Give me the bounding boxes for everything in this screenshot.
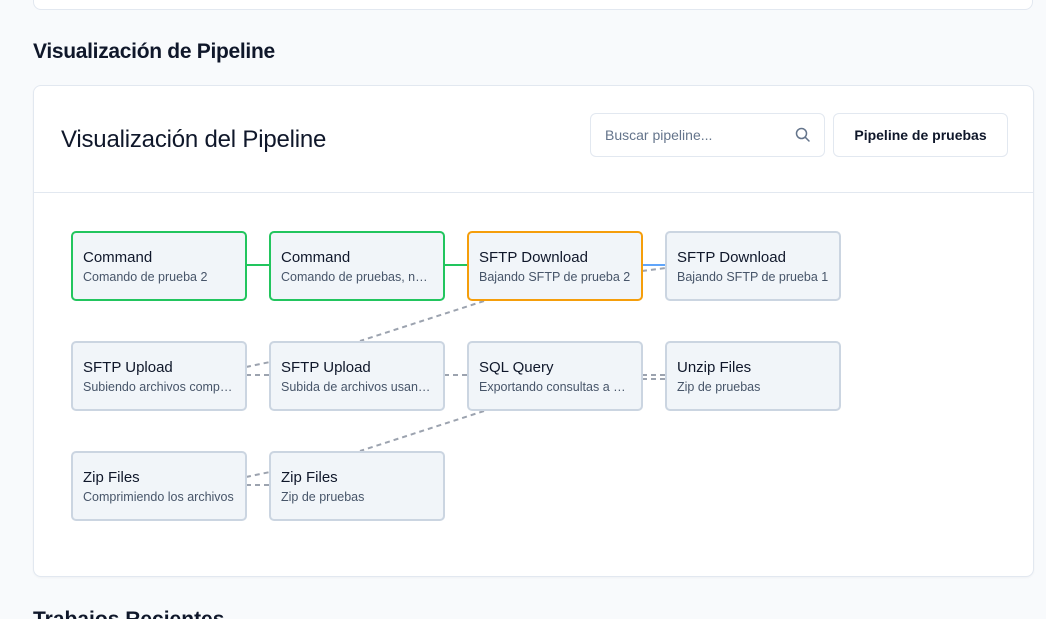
node-description: Comprimiendo los archivos [83, 490, 234, 504]
pipeline-canvas: Command Comando de prueba 2 Command Coma… [34, 194, 1033, 577]
edge-dashed-sql-zip [359, 410, 485, 452]
node-sftp-upload-1[interactable]: SFTP Upload Subiendo archivos comprimido… [71, 341, 247, 411]
search-icon[interactable] [794, 126, 812, 144]
pipeline-card: Visualización del Pipeline Pipeline de p… [33, 85, 1034, 577]
node-command-2[interactable]: Command Comando de pruebas, nuevamente [269, 231, 445, 301]
node-description: Bajando SFTP de prueba 1 [677, 270, 829, 284]
node-description: Bajando SFTP de prueba 2 [479, 270, 631, 284]
node-zip-files-1[interactable]: Zip Files Comprimiendo los archivos [71, 451, 247, 521]
edge-dashed-download-upload [359, 300, 485, 342]
edge-dashed-download-pair [641, 267, 667, 272]
search-box [590, 113, 825, 157]
card-header: Visualización del Pipeline Pipeline de p… [34, 86, 1033, 193]
previous-card [33, 0, 1033, 10]
node-zip-files-2[interactable]: Zip Files Zip de pruebas [269, 451, 445, 521]
node-sftp-upload-2[interactable]: SFTP Upload Subida de archivos usando SF… [269, 341, 445, 411]
node-title: Unzip Files [677, 359, 752, 376]
node-title: Command [281, 249, 351, 266]
node-description: Zip de pruebas [281, 490, 365, 504]
edge-dashed-zip-pair-a [245, 471, 271, 478]
node-title: Zip Files [83, 469, 140, 486]
node-sql-query[interactable]: SQL Query Exportando consultas a CSV [467, 341, 643, 411]
node-title: SFTP Download [677, 249, 786, 266]
node-title: Zip Files [281, 469, 338, 486]
node-sftp-download-1[interactable]: SFTP Download Bajando SFTP de prueba 2 [467, 231, 643, 301]
node-command-1[interactable]: Command Comando de prueba 2 [71, 231, 247, 301]
card-title: Visualización del Pipeline [61, 126, 327, 153]
node-title: SFTP Upload [281, 359, 371, 376]
node-unzip-files[interactable]: Unzip Files Zip de pruebas [665, 341, 841, 411]
search-input[interactable] [591, 114, 824, 156]
node-description: Comando de prueba 2 [83, 270, 208, 284]
node-title: Command [83, 249, 153, 266]
section-title: Visualización de Pipeline [33, 40, 275, 63]
node-description: Subiendo archivos comprimidos [83, 380, 235, 394]
node-title: SFTP Upload [83, 359, 173, 376]
node-description: Zip de pruebas [677, 380, 761, 394]
next-section-title: Trabajos Recientes [33, 608, 224, 619]
node-title: SQL Query [479, 359, 554, 376]
node-description: Comando de pruebas, nuevamente [281, 270, 433, 284]
node-title: SFTP Download [479, 249, 588, 266]
node-description: Exportando consultas a CSV [479, 380, 631, 394]
edge-dashed-upload-pair-a [245, 361, 271, 368]
node-description: Subida de archivos usando SFTP [281, 380, 433, 394]
pipeline-select-button[interactable]: Pipeline de pruebas [833, 113, 1008, 157]
node-sftp-download-2[interactable]: SFTP Download Bajando SFTP de prueba 1 [665, 231, 841, 301]
